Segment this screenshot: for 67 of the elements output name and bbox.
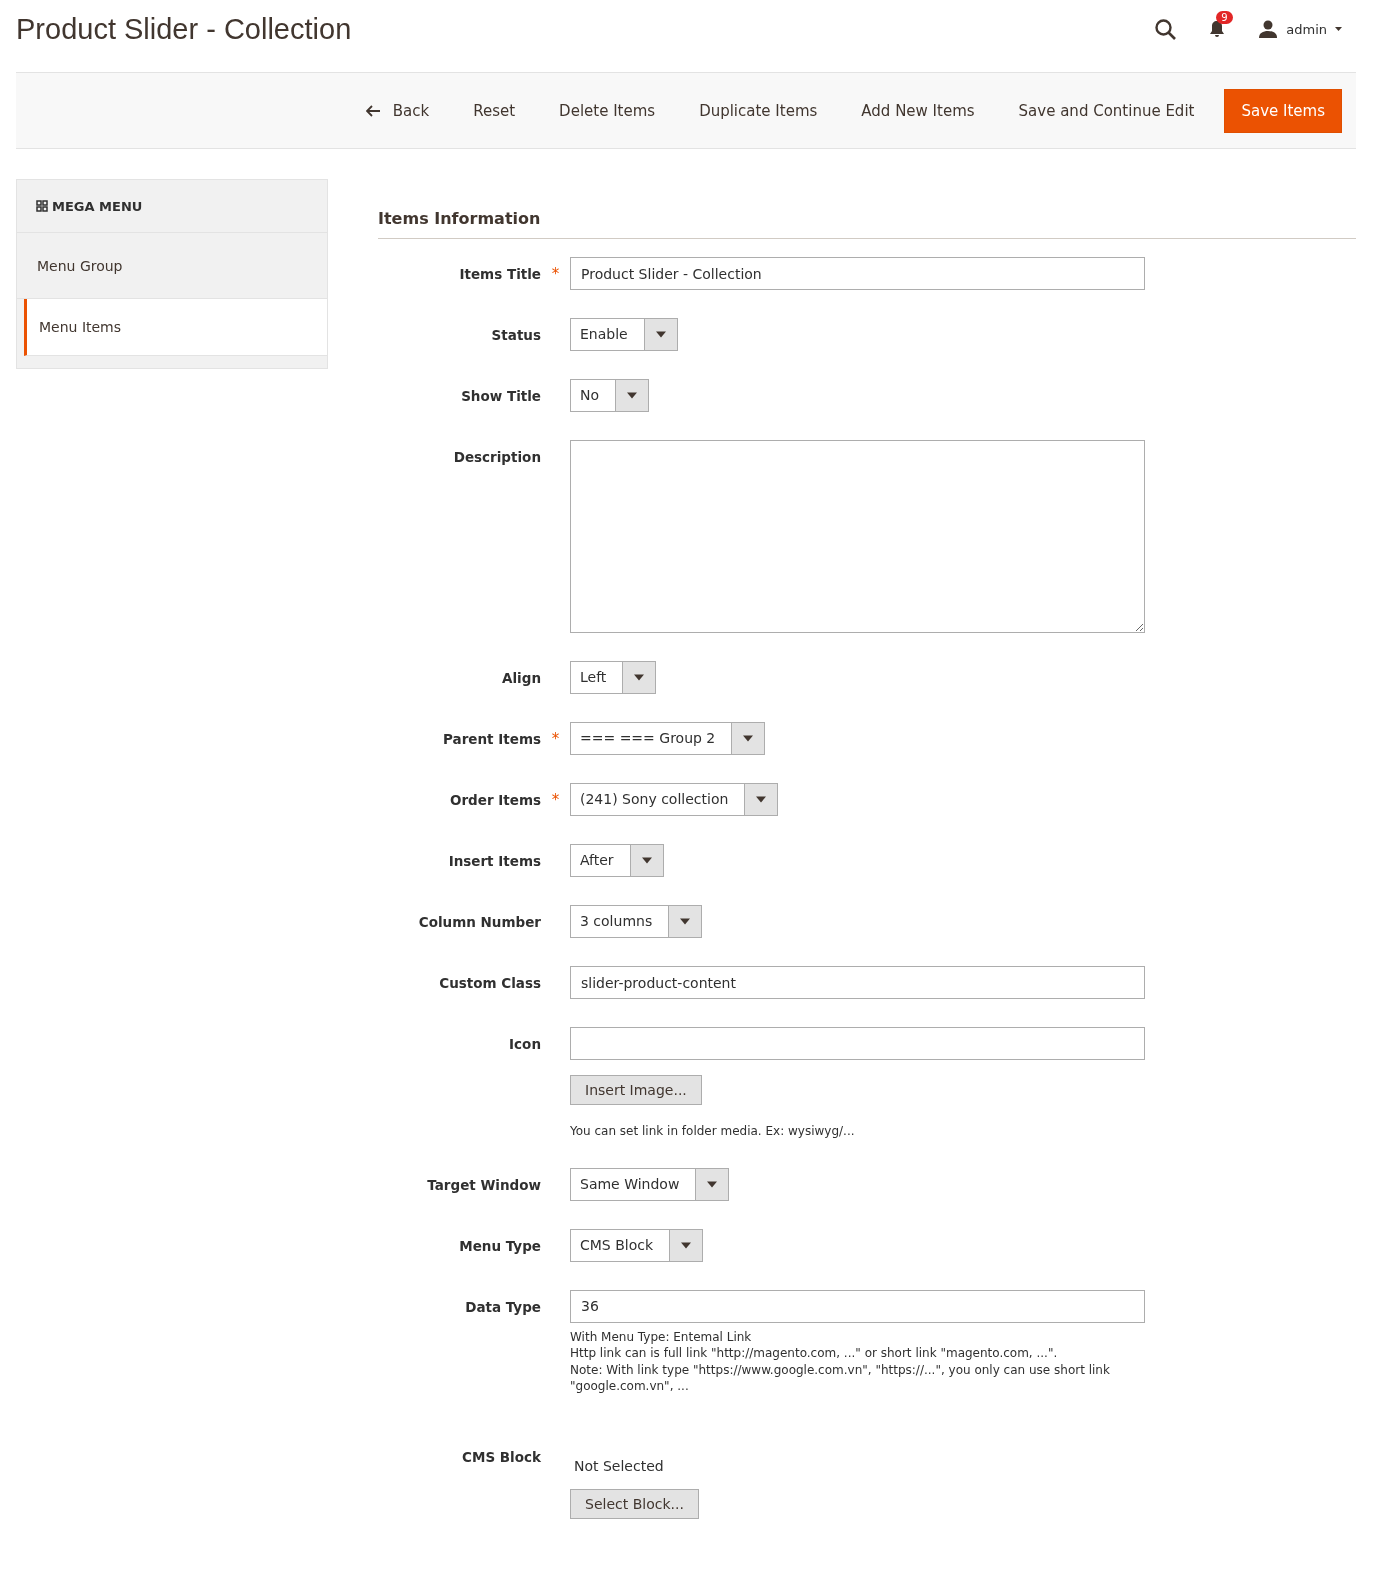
caret-icon	[622, 662, 656, 693]
text-field[interactable]: Product Slider - Collection	[570, 257, 1145, 290]
select-field[interactable]: === === Group 2	[570, 722, 766, 755]
select-field[interactable]: CMS Block	[570, 1228, 704, 1262]
field-label: Description	[452, 448, 541, 467]
required-mark: *	[551, 265, 560, 283]
text-field[interactable]: 36	[570, 1289, 1145, 1323]
caret-icon	[643, 319, 677, 350]
toolbar-button[interactable]: Delete Items	[539, 91, 676, 130]
back-button[interactable]: Back	[345, 91, 450, 130]
field-label: Target Window	[426, 1175, 541, 1195]
toolbar-button[interactable]: Save and Continue Edit	[998, 91, 1215, 130]
field-label: Data Type	[464, 1297, 541, 1317]
field-label: Order Items	[448, 791, 541, 810]
grid-icon	[36, 200, 48, 212]
select-field[interactable]: (241) Sony collection	[570, 783, 779, 816]
field-note: Note: With link type "https://www.google.com.vn", "https://...", you only can use short link "google.com.vn", ...	[570, 1361, 1110, 1395]
text-field[interactable]: slider-product-content	[570, 966, 1145, 999]
selected-block-text: Not Selected	[573, 1456, 664, 1474]
field-note: With Menu Type: Entemal Link	[570, 1328, 753, 1345]
field-note: Http link can is full link "http://magento.com, ..." or short link "magento.com, ...".	[570, 1345, 1059, 1362]
select-field[interactable]: Same Window	[570, 1167, 730, 1201]
select-field[interactable]: Left	[570, 661, 657, 694]
field-label: Custom Class	[438, 974, 541, 993]
required-mark: *	[551, 730, 560, 748]
sidebar-item[interactable]: Menu Items	[24, 299, 327, 356]
field-label: Items Title	[458, 265, 541, 284]
select-block-button[interactable]: Select Block...	[570, 1488, 699, 1519]
field-label: Column Number	[417, 913, 541, 932]
insert-image-button[interactable]: Insert Image...	[570, 1075, 702, 1105]
select-field[interactable]: No	[570, 379, 650, 412]
page-title: Product Slider - Collection	[16, 12, 353, 46]
user-name[interactable]: admin	[1286, 21, 1327, 37]
notification-badge: 9	[1216, 11, 1233, 24]
field-label: Menu Type	[458, 1236, 541, 1256]
caret-icon	[744, 784, 778, 815]
toolbar-button[interactable]: Reset	[453, 91, 536, 130]
caret-icon	[615, 380, 649, 411]
user-icon	[1258, 20, 1279, 38]
text-field[interactable]	[570, 1027, 1145, 1060]
select-field[interactable]: Enable	[570, 318, 678, 351]
section-title: Items Information	[378, 209, 1356, 239]
save-button[interactable]: Save Items	[1224, 88, 1342, 133]
caret-icon[interactable]	[1335, 27, 1342, 31]
sidebar-title: MEGA MENU	[52, 198, 143, 214]
select-field[interactable]: After	[570, 844, 664, 877]
caret-icon	[695, 1168, 729, 1200]
arrow-left-icon	[365, 104, 381, 117]
description-field[interactable]	[570, 440, 1145, 633]
field-label: Insert Items	[447, 852, 541, 871]
toolbar-button[interactable]: Add New Items	[841, 91, 995, 130]
caret-icon	[668, 906, 702, 937]
field-note: You can set link in folder media. Ex: wysiwyg/...	[570, 1123, 856, 1140]
field-label: CMS Block	[461, 1447, 541, 1467]
select-field[interactable]: 3 columns	[570, 905, 703, 938]
field-label: Parent Items	[442, 730, 541, 749]
field-label: Icon	[508, 1035, 541, 1054]
caret-icon	[629, 845, 663, 876]
toolbar-button[interactable]: Duplicate Items	[679, 91, 838, 130]
search-icon[interactable]	[1155, 18, 1177, 40]
required-mark: *	[551, 791, 560, 809]
field-label: Show Title	[460, 387, 541, 406]
field-label: Align	[501, 669, 541, 688]
field-label: Status	[490, 326, 541, 345]
caret-icon	[731, 723, 765, 754]
caret-icon	[669, 1229, 703, 1261]
bell-icon[interactable]	[1208, 20, 1227, 38]
